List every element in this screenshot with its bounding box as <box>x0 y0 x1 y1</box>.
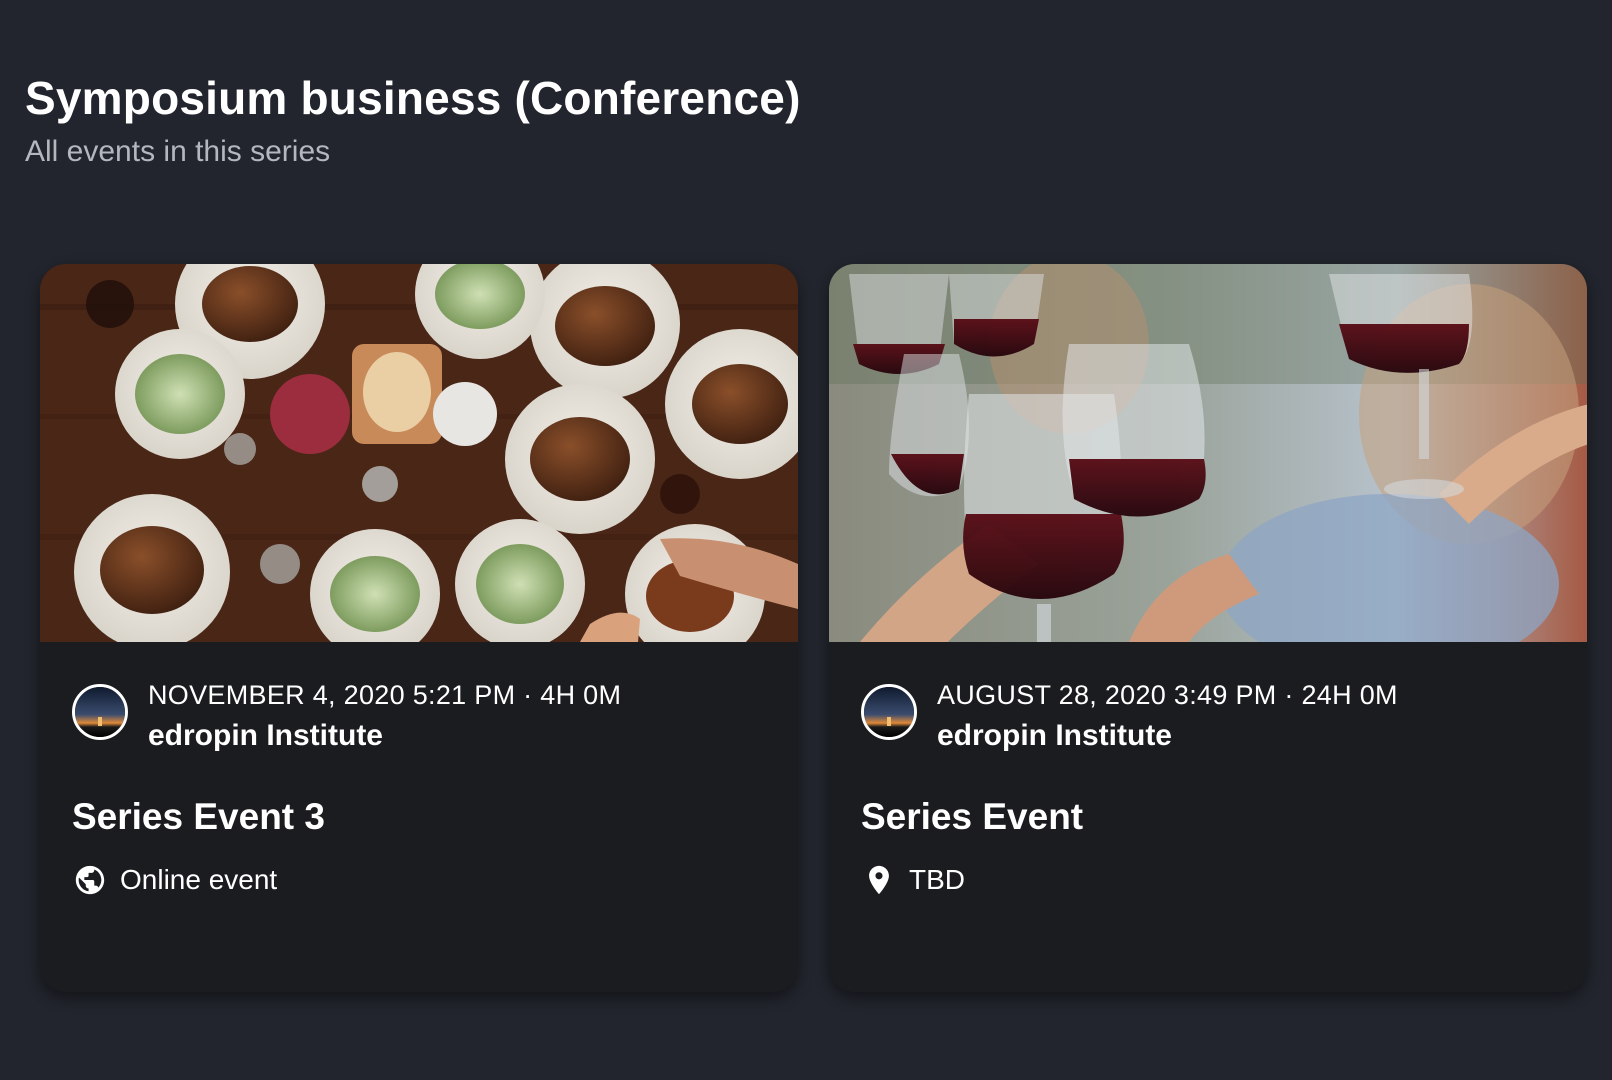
organizer-avatar <box>861 684 917 740</box>
page-subtitle: All events in this series <box>25 135 331 168</box>
series-page: Symposium business (Conference) All even… <box>0 0 1612 1080</box>
globe-icon <box>72 862 108 898</box>
organizer-avatar <box>72 684 128 740</box>
page-title: Symposium business (Conference) <box>25 72 801 124</box>
event-location: Online event <box>72 862 277 898</box>
event-datetime: AUGUST 28, 2020 3:49 PM · 24H 0M <box>937 680 1398 710</box>
event-image-dinner <box>40 264 798 642</box>
map-pin-icon <box>861 862 897 898</box>
series-header: Symposium business (Conference) All even… <box>25 66 801 172</box>
location-text: Online event <box>120 864 278 895</box>
event-datetime: NOVEMBER 4, 2020 5:21 PM · 4H 0M <box>148 680 622 710</box>
event-meta: NOVEMBER 4, 2020 5:21 PM · 4H 0M edropin… <box>72 678 621 756</box>
event-title[interactable]: Series Event 3 <box>72 794 325 840</box>
organizer-name[interactable]: edropin Institute <box>937 716 1398 756</box>
organizer-name[interactable]: edropin Institute <box>148 716 621 756</box>
event-image-wine <box>829 264 1587 642</box>
event-title[interactable]: Series Event <box>861 794 1083 840</box>
event-meta: AUGUST 28, 2020 3:49 PM · 24H 0M edropin… <box>861 678 1398 756</box>
location-text: TBD <box>909 864 965 895</box>
event-card[interactable]: NOVEMBER 4, 2020 5:21 PM · 4H 0M edropin… <box>40 264 798 992</box>
event-card[interactable]: AUGUST 28, 2020 3:49 PM · 24H 0M edropin… <box>829 264 1587 992</box>
event-location: TBD <box>861 862 965 898</box>
